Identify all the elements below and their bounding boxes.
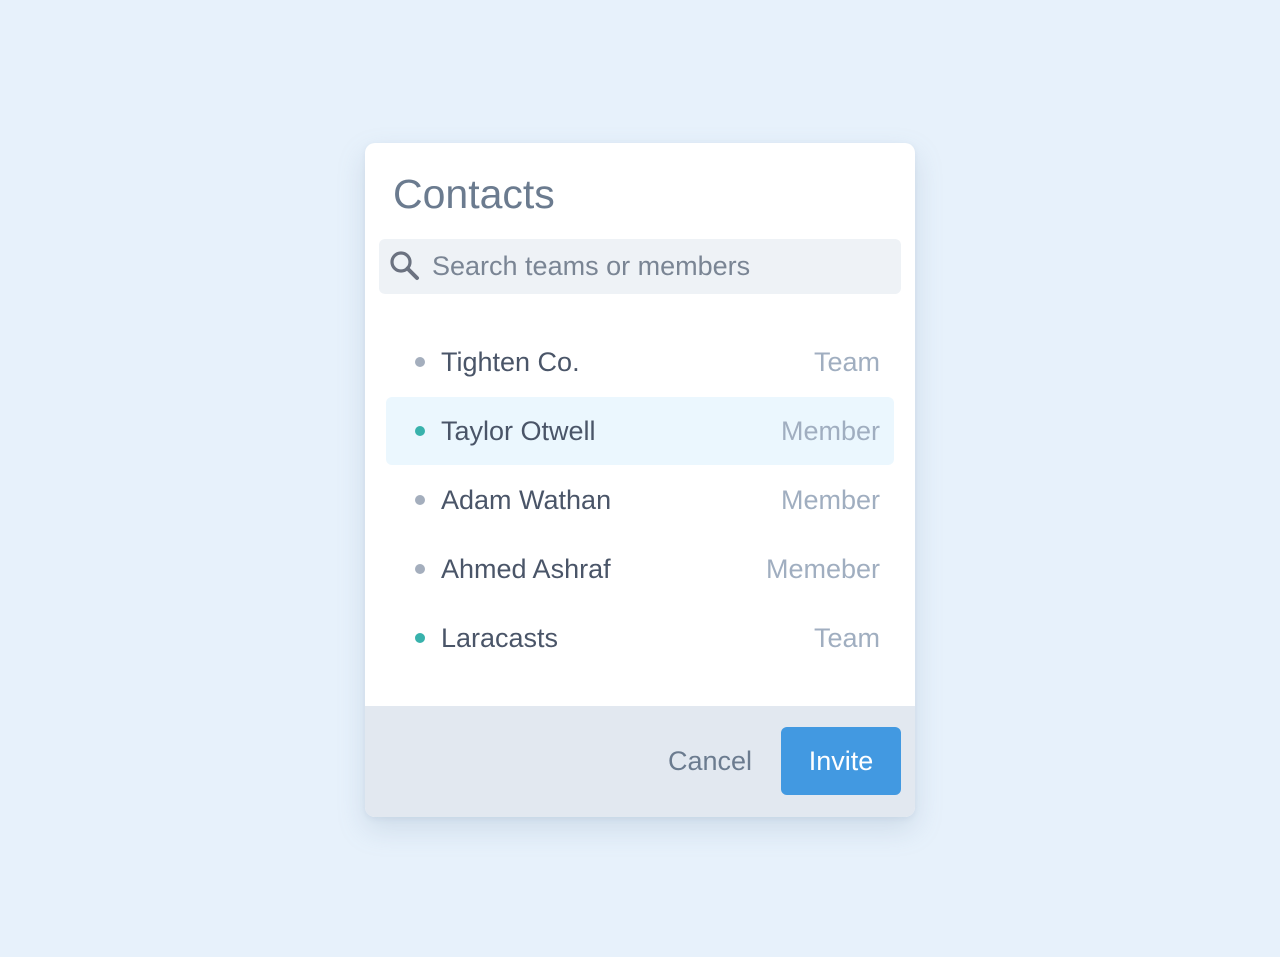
contact-type: Member [780, 416, 880, 446]
contact-name: Adam Wathan [441, 485, 612, 515]
contact-type: Team [813, 623, 880, 653]
contact-row-taylor-otwell[interactable]: Taylor Otwell Member [386, 397, 894, 465]
invite-button[interactable]: Invite [781, 727, 901, 795]
contact-row-adam-wathan[interactable]: Adam Wathan Member [386, 466, 894, 534]
status-dot [415, 633, 425, 643]
contact-row-ahmed-ashraf[interactable]: Ahmed Ashraf Memeber [386, 535, 894, 603]
contact-name: Tighten Co. [441, 347, 580, 377]
cancel-button[interactable]: Cancel [653, 727, 767, 795]
contact-name: Laracasts [441, 623, 559, 653]
search-box[interactable] [379, 239, 901, 294]
contact-name: Taylor Otwell [441, 416, 596, 446]
search-icon [390, 251, 419, 280]
search-input[interactable] [432, 239, 882, 294]
contact-type: Member [780, 485, 880, 515]
status-dot [415, 357, 425, 367]
dialog-footer: Cancel Invite [365, 706, 915, 817]
contact-type: Team [813, 347, 880, 377]
contact-type: Memeber [765, 554, 880, 584]
contact-name: Ahmed Ashraf [441, 554, 611, 584]
contacts-dialog: Contacts Tighten Co. Team Taylor Otwell … [365, 143, 915, 817]
contact-row-tighten-co[interactable]: Tighten Co. Team [386, 328, 894, 396]
dialog-title: Contacts [393, 171, 555, 217]
status-dot [415, 426, 425, 436]
status-dot [415, 564, 425, 574]
contact-list: Tighten Co. Team Taylor Otwell Member Ad… [386, 328, 894, 673]
contact-row-laracasts[interactable]: Laracasts Team [386, 604, 894, 672]
status-dot [415, 495, 425, 505]
